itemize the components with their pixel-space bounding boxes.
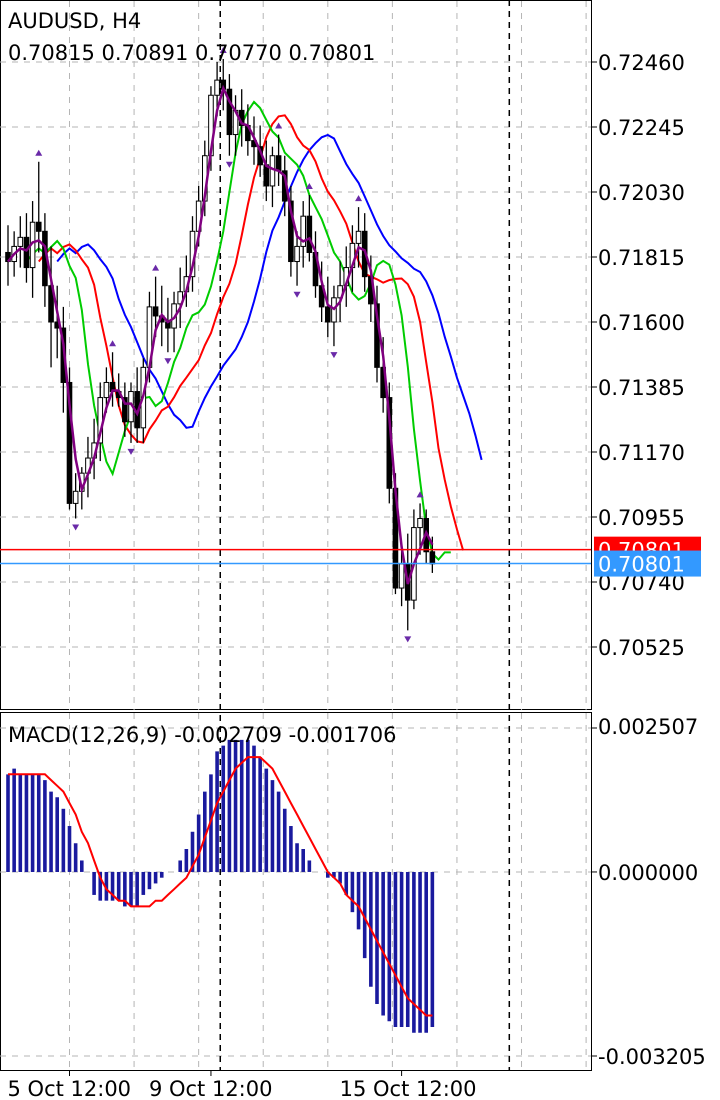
ohlc-readout: 0.70815 0.70891 0.70770 0.70801 xyxy=(8,41,375,65)
candle-body xyxy=(355,230,362,244)
fractal-down xyxy=(164,358,172,365)
candle-body xyxy=(103,381,110,399)
fractal-up xyxy=(109,340,117,347)
y-tick-label: 0.72460 xyxy=(598,51,685,75)
time-axis[interactable]: 5 Oct 12:00 9 Oct 12:00 15 Oct 12:00 xyxy=(8,1070,477,1100)
y-tick-label: 0.71385 xyxy=(598,376,685,400)
macd-signal-line xyxy=(8,756,433,1017)
candle-body xyxy=(294,245,300,263)
x-tick-label: 15 Oct 12:00 xyxy=(340,1077,477,1100)
macd-y-tick-label: 0.002507 xyxy=(598,715,698,739)
candle-body xyxy=(275,155,282,172)
macd-panel-frame xyxy=(0,712,592,1071)
x-tick-label: 9 Oct 12:00 xyxy=(149,1077,273,1100)
candle-body xyxy=(17,236,24,247)
moving-averages xyxy=(25,100,483,562)
x-tick-label: 5 Oct 12:00 xyxy=(8,1077,132,1100)
candle-body xyxy=(306,215,313,253)
fractal-down xyxy=(225,161,233,168)
ma-fast-line xyxy=(25,100,451,562)
fractal-down xyxy=(293,291,301,298)
candle-body xyxy=(417,518,423,529)
candle-body xyxy=(72,490,79,504)
main-panel-frame xyxy=(0,0,592,710)
macd-y-tick-label: -0.003205 xyxy=(598,1045,706,1069)
chart-window[interactable]: 0.72460 0.72245 0.72030 0.71815 0.71600 0.713… xyxy=(0,0,720,1100)
fractal-up xyxy=(152,264,160,271)
chart-symbol-title: AUDUSD, H4 xyxy=(8,9,141,33)
candle-body xyxy=(269,155,276,187)
y-tick-label: 0.72245 xyxy=(598,116,685,140)
grid xyxy=(0,1,591,1070)
y-tick-label: 0.70525 xyxy=(598,636,685,660)
fractal-down xyxy=(72,524,80,531)
candle-body xyxy=(23,236,30,269)
candle-body xyxy=(398,563,405,589)
fractal-down xyxy=(404,636,412,643)
price-lines xyxy=(0,548,591,565)
ma-mid-line xyxy=(38,114,465,551)
candle-body xyxy=(152,306,159,317)
fractal-up xyxy=(275,122,283,129)
candle-body xyxy=(429,551,436,565)
y-tick-label: 0.70955 xyxy=(598,506,685,530)
candle-body xyxy=(325,306,331,323)
candle-body xyxy=(214,79,220,96)
fractal-up xyxy=(35,149,43,156)
y-tick-label: 0.71600 xyxy=(598,311,685,335)
fractal-down xyxy=(330,352,338,359)
y-tick-label: 0.71170 xyxy=(598,441,685,465)
price-axis[interactable]: 0.72460 0.72245 0.72030 0.71815 0.71600 0.713… xyxy=(591,51,706,1069)
macd-y-tick-label: 0.000000 xyxy=(598,861,698,885)
fractal-up xyxy=(355,195,363,202)
candle-body xyxy=(35,221,42,232)
y-tick-label: 0.72030 xyxy=(598,181,685,205)
ask-price-label: 0.70801 xyxy=(598,553,685,577)
macd-title: MACD(12,26,9) -0.002709 -0.001706 xyxy=(8,723,396,747)
y-tick-label: 0.71815 xyxy=(598,246,685,270)
price-chart[interactable]: 0.72460 0.72245 0.72030 0.71815 0.71600 0.713… xyxy=(0,0,720,1100)
